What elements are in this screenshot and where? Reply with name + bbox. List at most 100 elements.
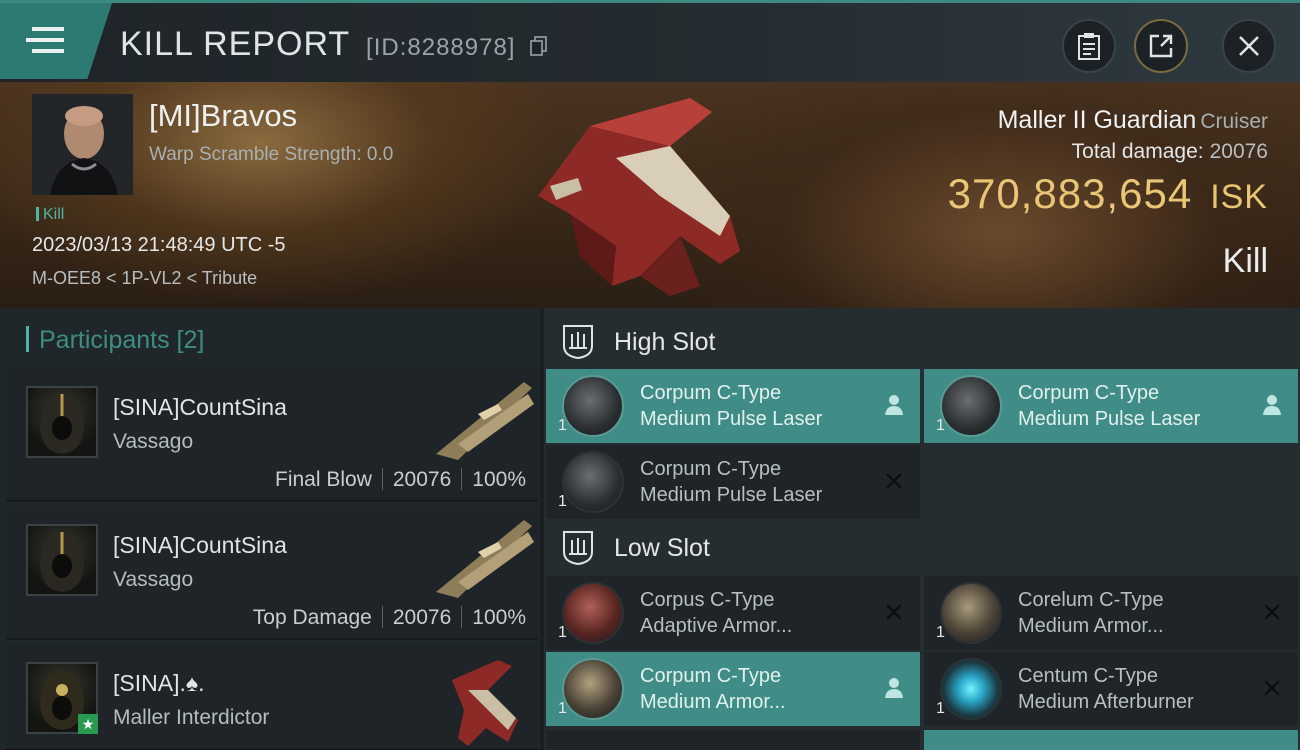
module-name-line1: Corpum C-Type [1018, 382, 1160, 404]
clipboard-button[interactable] [1062, 19, 1116, 73]
high-slot-icon [563, 325, 593, 360]
high-slot-header: High Slot [560, 324, 715, 360]
module-name-line2: Adaptive Armor... [640, 615, 793, 637]
participant-card[interactable]: ★ [SINA].♠. Maller Interdictor [6, 644, 538, 750]
destroyed-x-icon [1264, 604, 1280, 620]
isk-value: 370,883,654 ISK [948, 170, 1268, 218]
module-item[interactable]: 1 Corpum C-Type Medium Armor... [546, 652, 920, 726]
participant-ship-image [436, 520, 534, 598]
participant-ship: Maller Interdictor [113, 706, 270, 729]
participant-name: [SINA]CountSina [113, 394, 287, 420]
low-slot-label: Low Slot [614, 533, 710, 562]
participant-stats: Final Blow 20076 100% [275, 468, 526, 492]
module-qty: 1 [936, 700, 945, 717]
low-slot-header: Low Slot [560, 530, 710, 566]
report-id: [ID:8288978] [366, 34, 516, 61]
fitting-panel: High Slot 1 Corpum C-Type Medium Pulse L… [544, 308, 1300, 750]
module-name-line1: Corpum C-Type [640, 665, 782, 687]
module-item-partial[interactable] [924, 730, 1298, 750]
module-item-partial[interactable] [546, 730, 920, 750]
module-item[interactable]: 1 Corelum C-Type Medium Armor... [924, 576, 1298, 650]
participant-ship: Vassago [113, 430, 194, 453]
afterburner-icon [940, 658, 1002, 720]
module-qty: 1 [558, 624, 567, 641]
module-name-line2: Medium Armor... [1018, 615, 1164, 637]
menu-button[interactable] [0, 3, 112, 79]
module-item[interactable]: 1 Corpum C-Type Medium Pulse Laser [546, 369, 920, 443]
result-label: Kill [1222, 242, 1268, 280]
participant-name: [SINA].♠. [113, 670, 205, 696]
title-text: KILL REPORT [120, 25, 350, 63]
destroyed-x-icon [886, 473, 902, 489]
total-damage-value: 20076 [1209, 140, 1268, 163]
destroyed-x-icon [1264, 680, 1280, 696]
module-name-line1: Corpum C-Type [640, 458, 782, 480]
laser-module-icon [940, 375, 1002, 437]
share-button[interactable] [1134, 19, 1188, 73]
isk-unit: ISK [1210, 178, 1268, 216]
participant-card[interactable]: [SINA]CountSina Vassago Top Damage 20076 1… [6, 506, 538, 640]
high-slot-label: High Slot [614, 327, 716, 356]
header-bar: KILL REPORT [ID:8288978] [0, 0, 1300, 82]
module-name-line2: Medium Pulse Laser [1018, 408, 1201, 430]
kill-datetime: 2023/03/13 21:48:49 UTC -5 [32, 234, 286, 256]
laser-module-icon [562, 375, 624, 437]
armor-repairer-icon [562, 658, 624, 720]
module-qty: 1 [936, 417, 945, 434]
copy-icon[interactable] [530, 36, 548, 56]
close-button[interactable] [1222, 19, 1276, 73]
participants-panel: Participants [2] [SINA]CountSina Vassago… [0, 308, 540, 750]
module-item[interactable]: 1 Corpum C-Type Medium Pulse Laser [924, 369, 1298, 443]
participant-role: Top Damage [252, 606, 372, 629]
share-icon [1149, 34, 1173, 58]
module-qty: 1 [558, 417, 567, 434]
kill-tag: Kill [36, 206, 64, 224]
victim-name[interactable]: [MI]Bravos [149, 98, 297, 134]
module-name-line2: Medium Pulse Laser [640, 408, 823, 430]
star-badge-icon: ★ [78, 714, 98, 734]
destroyed-x-icon [886, 604, 902, 620]
module-name-line2: Medium Pulse Laser [640, 484, 823, 506]
kill-banner: [MI]Bravos Warp Scramble Strength: 0.0 K… [0, 82, 1300, 308]
armor-module-icon [562, 582, 624, 644]
module-name-line1: Corpum C-Type [640, 382, 782, 404]
participant-ship: Vassago [113, 568, 194, 591]
armor-repairer-icon [940, 582, 1002, 644]
participant-avatar [26, 524, 98, 596]
module-name-line1: Centum C-Type [1018, 665, 1159, 687]
kill-location[interactable]: M-OEE8 < 1P-VL2 < Tribute [32, 268, 257, 289]
victim-ship-name[interactable]: Maller II Guardian Cruiser [998, 106, 1268, 135]
module-qty: 1 [936, 624, 945, 641]
participant-name: [SINA]CountSina [113, 532, 287, 558]
clipboard-icon [1078, 33, 1100, 60]
warp-scramble-strength: Warp Scramble Strength: 0.0 [149, 144, 394, 165]
low-slot-icon [563, 531, 593, 566]
ship-class: Cruiser [1200, 110, 1268, 133]
module-item[interactable]: 1 Centum C-Type Medium Afterburner [924, 652, 1298, 726]
victim-avatar[interactable] [32, 94, 133, 195]
total-damage-label: Total damage: [1071, 140, 1204, 163]
participant-avatar [26, 386, 98, 458]
module-name-line2: Medium Afterburner [1018, 691, 1194, 713]
hooded-portrait-icon [40, 394, 84, 454]
module-item[interactable]: 1 Corpum C-Type Medium Pulse Laser [546, 445, 920, 519]
close-icon [1239, 36, 1259, 56]
person-icon [885, 395, 903, 415]
module-qty: 1 [558, 493, 567, 510]
participant-damage: 20076 [392, 606, 452, 629]
person-icon [885, 678, 903, 698]
participants-header: Participants [2] [26, 326, 204, 355]
participant-ship-image [452, 660, 518, 746]
module-name-line2: Medium Armor... [640, 691, 786, 713]
participant-avatar: ★ [26, 662, 98, 734]
module-name-line1: Corelum C-Type [1018, 589, 1164, 611]
module-qty: 1 [558, 700, 567, 717]
ship-name-text: Maller II Guardian [997, 106, 1197, 134]
module-item[interactable]: 1 Corpus C-Type Adaptive Armor... [546, 576, 920, 650]
participant-percent: 100% [472, 606, 526, 629]
participant-card[interactable]: [SINA]CountSina Vassago Final Blow 20076 1… [6, 368, 538, 502]
module-name-line1: Corpus C-Type [640, 589, 775, 611]
laser-module-icon [562, 451, 624, 513]
isk-amount: 370,883,654 [947, 170, 1193, 217]
hooded-portrait-icon [40, 532, 84, 592]
